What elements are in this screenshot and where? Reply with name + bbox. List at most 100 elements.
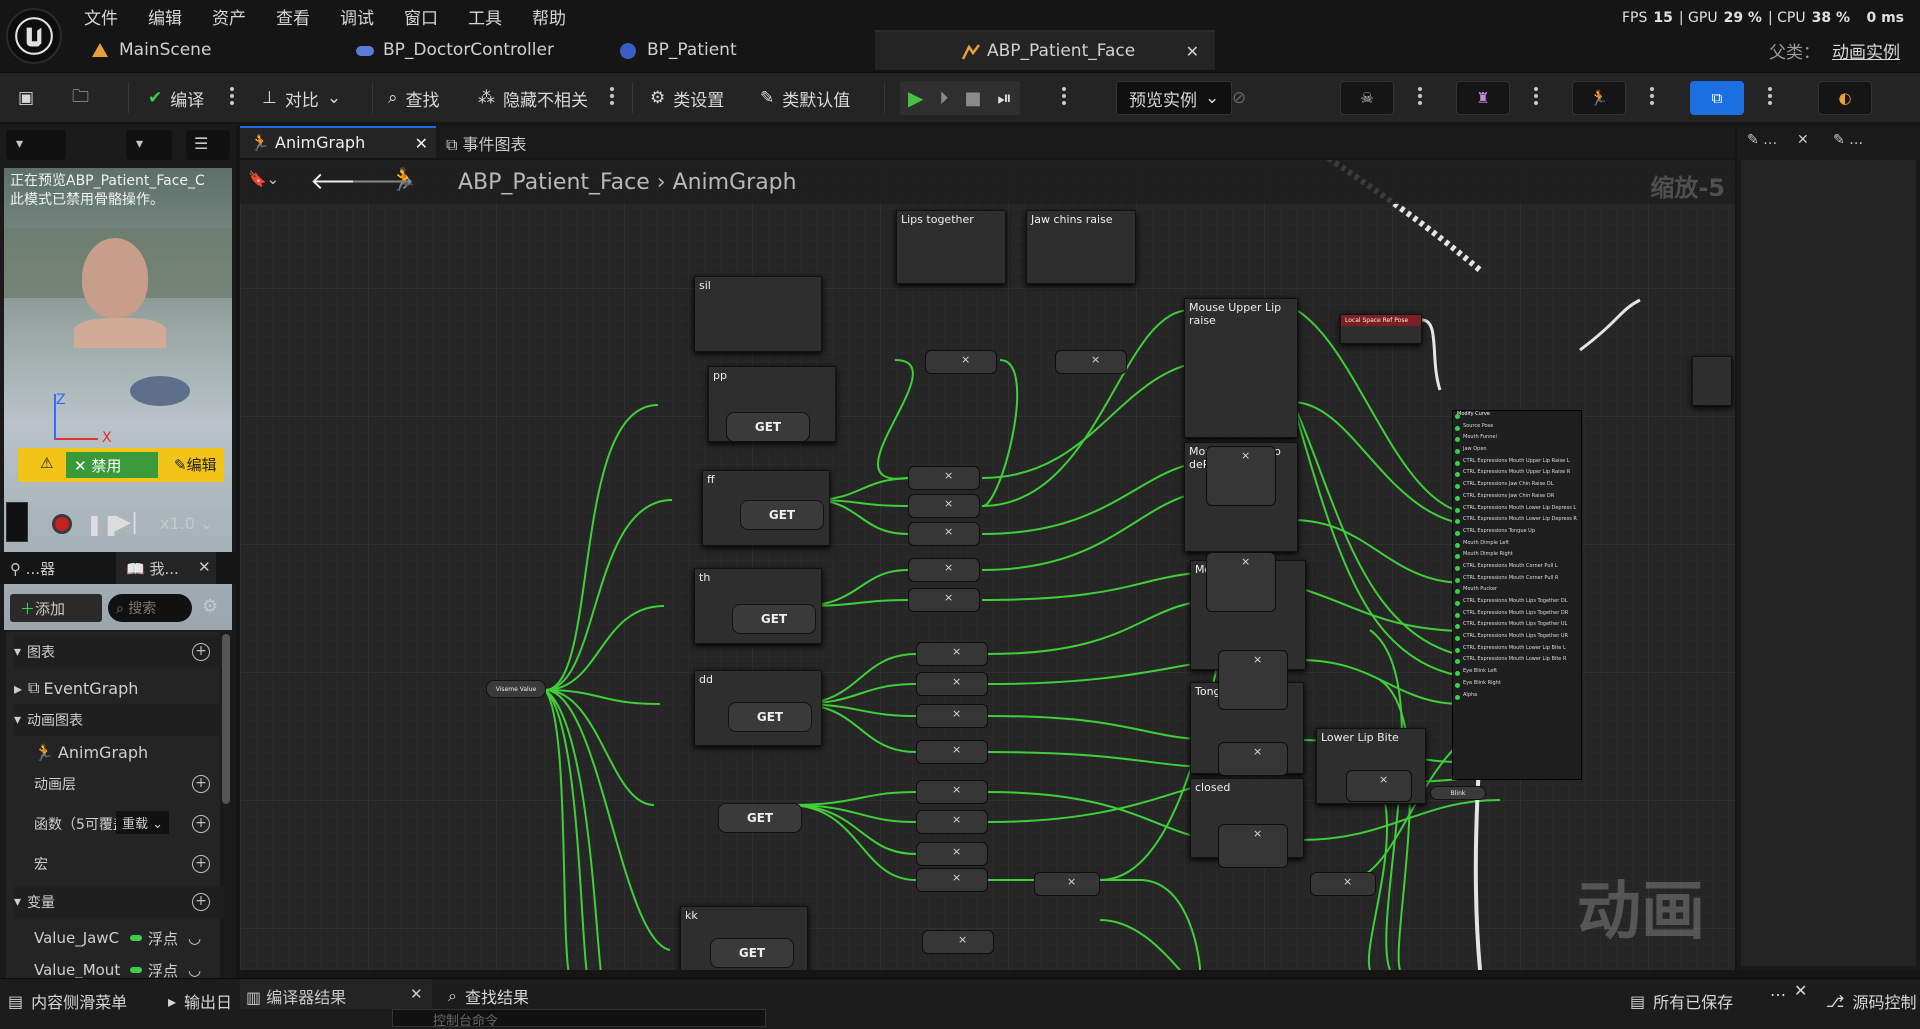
multiply-node[interactable] bbox=[916, 740, 988, 764]
node-two-way-blend[interactable] bbox=[1692, 356, 1732, 406]
multiply-node[interactable] bbox=[916, 704, 988, 728]
tree-item-animgraph[interactable]: 🏃 AnimGraph bbox=[14, 736, 224, 768]
bookmark-icon[interactable]: 🔖⌄ bbox=[248, 170, 279, 188]
multiply-node[interactable] bbox=[908, 466, 980, 490]
step-icon[interactable]: ⏵ bbox=[939, 88, 948, 109]
close-icon[interactable]: ✕ bbox=[415, 134, 428, 153]
add-node[interactable] bbox=[1218, 650, 1288, 710]
add-function-icon[interactable]: + bbox=[192, 815, 210, 833]
section-anim-graphs[interactable]: ▾ 动画图表 bbox=[14, 704, 224, 736]
menu-view[interactable]: 查看 bbox=[276, 4, 310, 29]
node-modify-curve[interactable]: Modify Curve Source Pose Mouth Funnel Ja… bbox=[1452, 410, 1582, 780]
close-icon[interactable]: ✕ bbox=[1797, 132, 1809, 148]
compile-button[interactable]: ✔ 编译 bbox=[148, 81, 204, 115]
blueprint-options-icon[interactable] bbox=[1768, 87, 1772, 107]
multiply-node[interactable] bbox=[916, 810, 988, 834]
class-defaults-button[interactable]: ✎ 类默认值 bbox=[760, 81, 850, 115]
menu-debug[interactable]: 调试 bbox=[340, 4, 374, 29]
menu-window[interactable]: 窗口 bbox=[404, 4, 438, 29]
doc-tab-mainscene[interactable]: MainScene bbox=[91, 30, 211, 70]
add-node[interactable] bbox=[1055, 350, 1127, 374]
find-results-tab[interactable]: ⌕ 查找结果 bbox=[448, 984, 529, 1008]
stop-icon[interactable]: ■ bbox=[964, 88, 981, 109]
play-options-icon[interactable] bbox=[1062, 87, 1066, 107]
close-icon[interactable]: ✕ bbox=[198, 558, 211, 576]
multiply-node[interactable] bbox=[908, 522, 980, 546]
tab-event-graph[interactable]: ⧉ 事件图表 bbox=[446, 131, 527, 155]
section-functions[interactable]: 函数（5可覆盖 重载 ⌄ + bbox=[14, 808, 224, 840]
find-button[interactable]: ⌕ 查找 bbox=[388, 81, 440, 115]
scrollbar[interactable] bbox=[222, 634, 230, 804]
add-node[interactable] bbox=[1346, 770, 1412, 802]
compile-options-icon[interactable] bbox=[230, 87, 234, 107]
multiply-node[interactable] bbox=[908, 558, 980, 582]
multiply-node[interactable] bbox=[922, 930, 994, 954]
viseme-value-node[interactable]: Viseme Value bbox=[486, 680, 546, 698]
blink-node[interactable]: Blink bbox=[1430, 786, 1486, 800]
save-button[interactable]: ▣ bbox=[18, 81, 34, 115]
play-icon[interactable]: ▶ bbox=[908, 86, 923, 110]
override-dropdown[interactable]: 重载 ⌄ bbox=[116, 811, 170, 834]
details-close[interactable]: … ✕ bbox=[1770, 981, 1807, 1000]
animation-mode-icon[interactable]: 🏃 bbox=[1572, 81, 1626, 115]
menu-icon[interactable]: ☰ bbox=[186, 130, 230, 160]
close-icon[interactable]: ✕ bbox=[1794, 981, 1807, 1000]
camera-dropdown[interactable]: ▾ bbox=[126, 130, 172, 160]
node-jaw-chins-raise[interactable]: Jaw chins raise bbox=[1026, 210, 1136, 284]
anim-preview-tab[interactable]: ✎ … bbox=[1833, 132, 1863, 148]
add-graph-icon[interactable]: + bbox=[192, 643, 210, 661]
multiply-node[interactable] bbox=[916, 642, 988, 666]
add-button[interactable]: ＋添加 bbox=[10, 594, 102, 622]
add-node[interactable] bbox=[1218, 824, 1288, 868]
tab-animgraph[interactable]: 🏃 AnimGraph ✕ bbox=[240, 126, 436, 158]
node-local-space-ref-pose[interactable]: Local Space Ref Pose bbox=[1340, 314, 1422, 344]
multiply-node[interactable] bbox=[908, 494, 980, 518]
timeline-scrubber[interactable] bbox=[6, 502, 28, 542]
compiler-results-button[interactable]: ▥ 编译器结果 bbox=[246, 984, 346, 1008]
skeleton-options-icon[interactable] bbox=[1418, 87, 1422, 107]
menu-edit[interactable]: 编辑 bbox=[148, 4, 182, 29]
multiply-node[interactable] bbox=[916, 842, 988, 866]
browse-button[interactable]: 🗀 bbox=[72, 81, 89, 115]
add-node[interactable] bbox=[1206, 446, 1276, 506]
menu-help[interactable]: 帮助 bbox=[532, 4, 566, 29]
mesh-options-icon[interactable] bbox=[1534, 87, 1538, 107]
tree-item-eventgraph[interactable]: ▸ ⧉ EventGraph bbox=[14, 672, 224, 704]
preview-instance-select[interactable]: 预览实例 ⌄ bbox=[1116, 81, 1233, 115]
diff-button[interactable]: ⊥ 对比 ⌄ bbox=[262, 81, 341, 115]
get-node[interactable]: GET bbox=[740, 500, 824, 530]
graph-canvas[interactable]: 🔖⌄ 🡐 🡒 🏃 ABP_Patient_Face › AnimGraph 缩放… bbox=[240, 160, 1735, 970]
skeleton-mode-icon[interactable]: ☠ bbox=[1340, 81, 1394, 115]
node-sil[interactable]: sil bbox=[694, 276, 822, 352]
section-graphs[interactable]: ▾ 图表 + bbox=[14, 636, 224, 668]
tab-components[interactable]: ⚲ ...器 bbox=[10, 558, 55, 579]
mesh-mode-icon[interactable]: ♜ bbox=[1456, 81, 1510, 115]
blueprint-mode-icon[interactable]: ⧉ bbox=[1690, 81, 1744, 115]
add-node[interactable] bbox=[1206, 552, 1276, 612]
doc-tab-doctorcontroller[interactable]: BP_DoctorController bbox=[355, 30, 554, 70]
close-icon[interactable]: ✕ bbox=[1186, 42, 1199, 61]
unreal-logo-icon[interactable] bbox=[6, 8, 62, 64]
edit-button[interactable]: ✎编辑 bbox=[174, 454, 217, 475]
output-log-button[interactable]: ▸ 输出日 bbox=[168, 989, 232, 1013]
multiply-node[interactable] bbox=[1034, 872, 1100, 896]
eye-icon[interactable]: ◡ bbox=[188, 961, 201, 979]
section-anim-layers[interactable]: 动画层 + bbox=[14, 768, 224, 800]
class-settings-button[interactable]: ⚙ 类设置 bbox=[650, 81, 724, 115]
gear-icon[interactable]: ⚙ bbox=[202, 596, 218, 617]
multiply-node[interactable] bbox=[1310, 872, 1376, 896]
multiply-node[interactable] bbox=[916, 868, 988, 892]
save-all-button[interactable]: ▤ 所有已保存 bbox=[1630, 989, 1733, 1013]
get-node[interactable]: GET bbox=[710, 938, 794, 968]
node-mouse-upper-lip[interactable]: Mouse Upper Lip raise bbox=[1184, 298, 1298, 438]
menu-file[interactable]: 文件 bbox=[84, 4, 118, 29]
multiply-node[interactable] bbox=[916, 672, 988, 696]
doc-tab-patient[interactable]: BP_Patient bbox=[619, 30, 737, 70]
eject-icon[interactable]: ⏯ bbox=[997, 88, 1011, 109]
view-mode-dropdown[interactable]: ▾ bbox=[6, 130, 66, 160]
record-icon[interactable] bbox=[52, 514, 72, 534]
add-macro-icon[interactable]: + bbox=[192, 855, 210, 873]
physics-mode-icon[interactable]: ◐ bbox=[1818, 81, 1872, 115]
console-input[interactable]: 控制台命令 bbox=[392, 1009, 766, 1029]
parent-class-link[interactable]: 动画实例 bbox=[1832, 43, 1900, 63]
